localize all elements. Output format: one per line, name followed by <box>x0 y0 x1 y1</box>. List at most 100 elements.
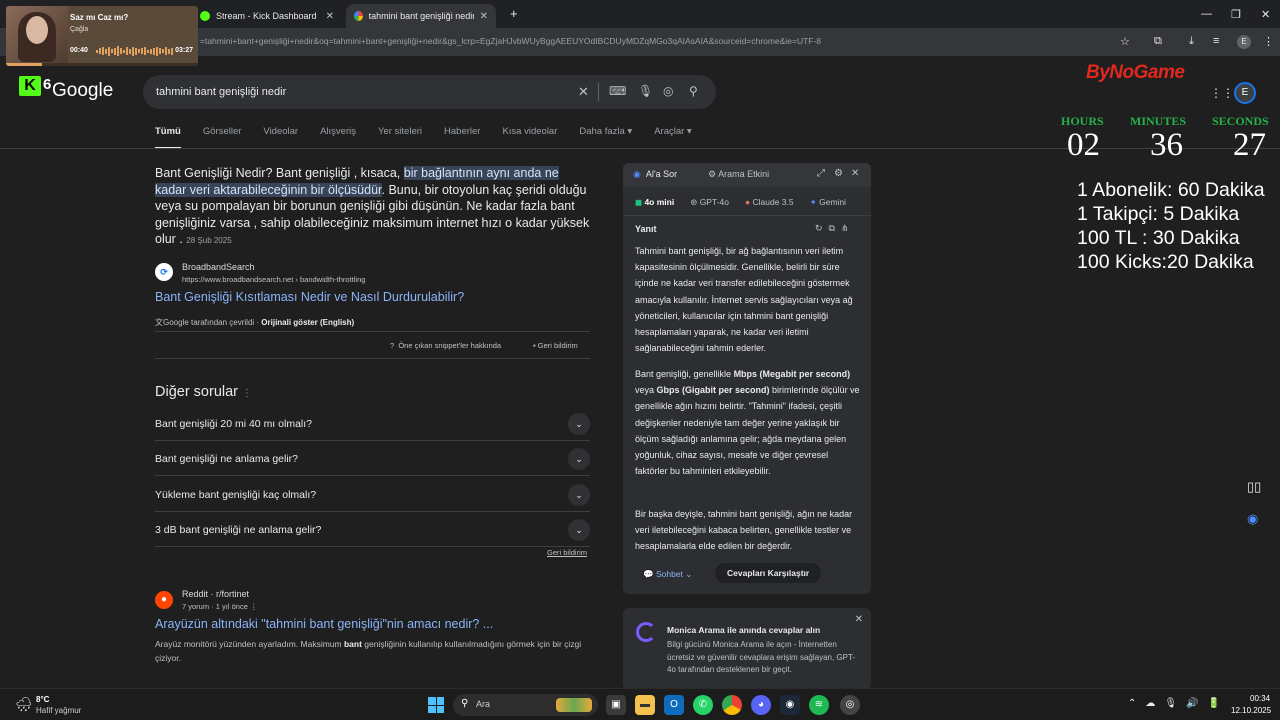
paa-question[interactable]: Bant genişliği 20 mi 40 mı olmalı? ⌄ <box>155 406 590 441</box>
tab-videos[interactable]: Videolar <box>263 126 298 149</box>
model-gemini[interactable]: ✦ Gemini <box>810 197 846 208</box>
tab-all[interactable]: Tümü <box>155 126 181 149</box>
expand-icon[interactable]: ⤢ <box>817 168 825 179</box>
divider <box>155 331 590 332</box>
windows-start-icon[interactable] <box>428 697 444 713</box>
answer-actions: ↻⧉⋔ <box>815 223 855 234</box>
whatsapp-icon[interactable]: ✆ <box>693 695 713 715</box>
tab-images[interactable]: Görseller <box>203 126 242 149</box>
paa-heading: Diğer sorular ⋮ <box>155 384 253 400</box>
file-explorer-icon[interactable]: ▬ <box>635 695 655 715</box>
more-options-icon[interactable]: ⋮ <box>242 388 252 399</box>
account-avatar[interactable]: E <box>1234 82 1256 104</box>
tab-ask-ai[interactable]: ◉ Al'a Sor <box>633 169 677 180</box>
feedback-link[interactable]: ▪ Geri bildirim <box>533 341 578 350</box>
chevron-down-icon[interactable]: ⌄ <box>568 519 590 541</box>
close-tab-icon[interactable]: ✕ <box>326 11 334 22</box>
close-tab-icon[interactable]: ✕ <box>480 11 488 22</box>
tab-news[interactable]: Haberler <box>444 126 480 149</box>
chat-icon: 💬 <box>643 569 654 579</box>
tab-tools[interactable]: Araçlar ▾ <box>654 126 692 149</box>
weather-description[interactable]: Hafif yağmur <box>36 706 81 715</box>
rain-cloud-icon[interactable]: 🌧 <box>15 696 33 713</box>
paa-question[interactable]: Bant genişliği ne anlama gelir? ⌄ <box>155 441 590 476</box>
outlook-icon[interactable]: O <box>664 695 684 715</box>
minimize-icon[interactable]: — <box>1201 8 1212 20</box>
taskbar-search[interactable]: ⚲ Ara <box>453 694 598 716</box>
search-box[interactable]: tahmini bant genişliği nedir ✕ ⌨ 🎙 ◎ ⚲ <box>143 75 716 109</box>
profile-avatar[interactable]: E <box>1237 35 1251 49</box>
tab-more[interactable]: Daha fazla ▾ <box>579 126 632 149</box>
hours-value: 02 <box>1067 127 1100 163</box>
refresh-icon[interactable]: ↻ <box>815 223 829 233</box>
close-icon[interactable]: ✕ <box>851 168 859 179</box>
chrome-extension-icon[interactable]: ◉ <box>1247 511 1258 527</box>
steam-icon[interactable]: ◉ <box>780 695 800 715</box>
search-highlight-art <box>556 698 592 712</box>
task-view-icon[interactable]: ▣ <box>606 695 626 715</box>
lens-icon[interactable]: ◎ <box>663 84 673 98</box>
tab-places[interactable]: Yer siteleri <box>378 126 422 149</box>
paa-question[interactable]: 3 dB bant genişliği ne anlama gelir? ⌄ <box>155 512 590 547</box>
download-icon[interactable]: ⤓ <box>1189 35 1194 48</box>
model-selector: ◼ 4o mini ⊛ GPT-4o ● Claude 3.5 ✦ Gemini <box>635 197 846 208</box>
compare-answers-button[interactable]: Cevapları Karşılaştır <box>715 563 822 583</box>
tab-shopping[interactable]: Alışveriş <box>320 126 356 149</box>
more-options-icon[interactable]: ⋮ <box>250 602 258 611</box>
google-logo[interactable]: Google <box>52 80 113 102</box>
chevron-down-icon[interactable]: ⌄ <box>568 448 590 470</box>
model-gpt-4o[interactable]: ⊛ GPT-4o <box>690 197 729 208</box>
result-source[interactable]: Reddit · r/fortinet <box>182 589 249 599</box>
chat-button[interactable]: 💬 Sohbet ⌄ <box>635 565 700 583</box>
tab-search-effect[interactable]: ⚙ Arama Etkini <box>708 169 769 180</box>
extensions-icon[interactable]: ⧉ <box>1154 35 1162 48</box>
microphone-icon[interactable]: 🎙 <box>638 84 653 98</box>
chrome-icon[interactable] <box>722 695 742 715</box>
chevron-down-icon[interactable]: ⌄ <box>568 484 590 506</box>
result-title-link[interactable]: Arayüzün altındaki "tahmini bant genişli… <box>155 617 493 631</box>
temperature[interactable]: 8°C <box>36 695 49 704</box>
obs-icon[interactable]: ◎ <box>840 695 860 715</box>
subathon-rate: 1 Abonelik: 60 Dakika <box>1077 179 1265 201</box>
source-url[interactable]: https://www.broadbandsearch.net › bandwi… <box>182 275 365 284</box>
feedback-link[interactable]: Geri bildirim <box>547 548 587 557</box>
paa-question[interactable]: Yükleme bant genişliği kaç olmalı? ⌄ <box>155 477 590 512</box>
now-playing-widget: Saz mı Caz mı? Çağla 00:40 03:27 <box>6 6 198 66</box>
close-window-icon[interactable]: ✕ <box>1261 8 1270 21</box>
clock-time[interactable]: 00:34 <box>1250 694 1270 703</box>
new-tab-icon[interactable]: + <box>510 6 518 21</box>
chrome-icon: ◉ <box>633 169 641 179</box>
bookmark-star-icon[interactable]: ☆ <box>1120 35 1130 48</box>
settings-icon[interactable]: ⚙ <box>834 168 843 179</box>
search-icon[interactable]: ⚲ <box>689 84 698 98</box>
share-icon[interactable]: ⋔ <box>841 223 855 233</box>
address-bar[interactable]: =tahmini+bant+genişliği+nedir&oq=tahmini… <box>200 36 821 46</box>
clear-icon[interactable]: ✕ <box>578 84 589 100</box>
tab-google-search[interactable]: tahmini bant genişliği nedir - G ✕ <box>346 4 496 28</box>
source-name[interactable]: BroadbandSearch <box>182 262 255 272</box>
model-4o-mini[interactable]: ◼ 4o mini <box>635 197 674 208</box>
menu-kebab-icon[interactable]: ⋮ <box>1263 35 1274 48</box>
source-title-link[interactable]: Bant Genişliği Kısıtlaması Nedir ve Nası… <box>155 290 464 304</box>
maximize-icon[interactable]: ❐ <box>1231 8 1241 21</box>
spotify-icon[interactable]: ≋ <box>809 695 829 715</box>
copy-icon[interactable]: ⧉ <box>829 223 841 233</box>
reddit-favicon-icon: ● <box>155 591 173 609</box>
discord-icon[interactable]: ◕ <box>751 695 771 715</box>
model-claude[interactable]: ● Claude 3.5 <box>745 197 794 208</box>
media-controls-icon[interactable]: ≡ <box>1213 35 1219 47</box>
close-icon[interactable]: ✕ <box>855 614 863 625</box>
reading-mode-icon[interactable]: ▯▯ <box>1247 479 1261 495</box>
keyboard-icon[interactable]: ⌨ <box>609 84 626 98</box>
chevron-down-icon[interactable]: ⌄ <box>568 413 590 435</box>
show-original-link[interactable]: Orijinali göster (English) <box>261 318 354 327</box>
system-tray[interactable]: ⌃☁🎙🔊🔋 <box>1128 698 1229 709</box>
clock-date[interactable]: 12.10.2025 <box>1231 706 1271 715</box>
divider <box>155 358 590 359</box>
snippet-text: Bant Genişliği Nedir? Bant genişliği , k… <box>155 166 404 180</box>
kick-favicon-icon <box>200 11 210 21</box>
tab-short-videos[interactable]: Kısa videolar <box>502 126 557 149</box>
about-snippets-link[interactable]: ? Öne çıkan snippet'ler hakkında <box>390 341 501 350</box>
tab-kick-dashboard[interactable]: Stream - Kick Dashboard ✕ <box>192 4 342 28</box>
search-input[interactable]: tahmini bant genişliği nedir <box>156 86 286 98</box>
